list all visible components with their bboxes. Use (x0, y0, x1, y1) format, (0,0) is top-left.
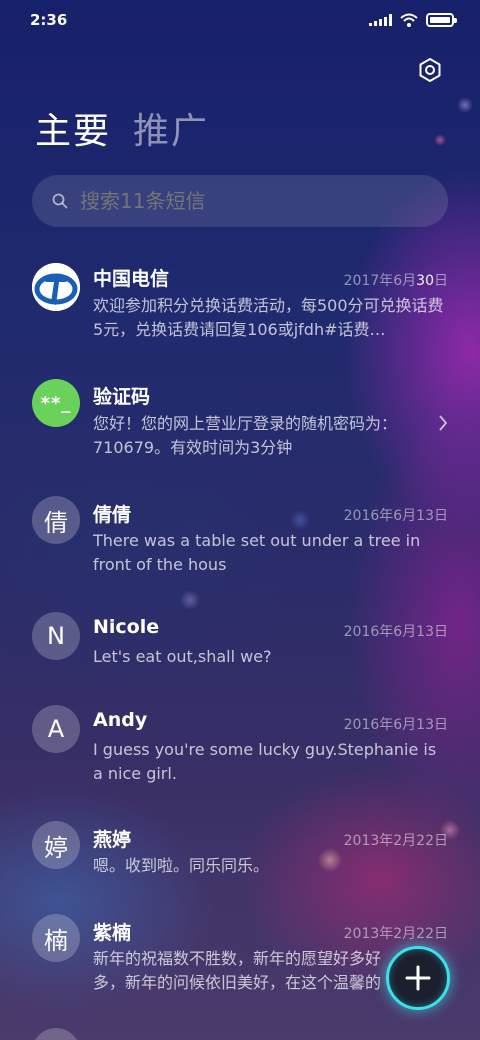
status-time: 2:36 (30, 11, 68, 29)
message-preview: There was a table set out under a tree i… (93, 531, 421, 574)
message-date: 2013年2月22日 (343, 926, 448, 942)
avatar (32, 1028, 80, 1040)
message-date: 2016年6月13日 (343, 624, 448, 640)
contact-name: 中国电信 (93, 268, 170, 290)
conversation-row[interactable]: **_ 验证码 您好！您的网上营业厅登录的随机密码为：710679。有效时间为3… (0, 378, 480, 478)
avatar (32, 263, 80, 311)
search-icon (52, 193, 68, 209)
conversation-row[interactable]: 婷 燕婷 2013年2月22日 嗯。收到啦。同乐同乐。 (0, 821, 480, 901)
message-preview: Let's eat out,shall we? (93, 647, 272, 666)
plus-icon (405, 965, 431, 991)
contact-name: 燕婷 (93, 829, 132, 851)
conversation-row[interactable]: N Nicole 2016年6月13日 Let's eat out,shall … (0, 612, 480, 692)
message-preview: 新年的祝福数不胜数，新年的愿望好多好多，新年的问候依旧美好，在这个温馨的时刻 (93, 949, 382, 992)
tab-promotions[interactable]: 推广 (133, 110, 209, 154)
avatar: 婷 (32, 821, 80, 869)
conversation-row[interactable]: A Andy 2016年6月13日 I guess you're some lu… (0, 705, 480, 805)
status-bar: 2:36 (0, 0, 480, 40)
conversation-row[interactable]: 倩 倩倩 2016年6月13日 There was a table set ou… (0, 496, 480, 596)
settings-hexagon-icon (419, 58, 441, 82)
avatar: 倩 (32, 496, 80, 544)
contact-name: 验证码 (93, 386, 151, 408)
message-preview: I guess you're some lucky guy.Stephanie … (93, 740, 437, 783)
message-preview: 嗯。收到啦。同乐同乐。 (93, 856, 270, 875)
tab-bar: 主要 推广 (35, 110, 209, 154)
avatar: N (32, 612, 80, 660)
chevron-right-icon[interactable] (438, 414, 448, 432)
new-message-button[interactable] (386, 946, 450, 1010)
date-highlight: 30 (416, 273, 434, 289)
settings-button[interactable] (416, 56, 444, 84)
avatar: 楠 (32, 914, 80, 962)
battery-icon (426, 13, 457, 27)
contact-name: 紫楠 (93, 922, 132, 944)
wifi-icon (400, 13, 418, 27)
message-preview: 欢迎参加积分兑换话费活动，每500分可兑换话费5元，兑换话费请回复106或jfd… (93, 296, 444, 339)
contact-name: Andy (93, 709, 148, 731)
search-input[interactable] (80, 189, 400, 213)
message-date: 2016年6月13日 (343, 717, 448, 733)
message-date: 2013年2月22日 (343, 833, 448, 849)
date-prefix: 2017年6月 (343, 273, 417, 289)
message-date: 2017年6月30日 (344, 270, 448, 290)
contact-name: Nicole (93, 616, 160, 638)
avatar: **_ (32, 379, 80, 427)
tab-primary[interactable]: 主要 (35, 110, 111, 154)
messages-screen: 2:36 主要 推广 搜索11条短信 中国电信 2017年6月30日 欢迎参加积… (0, 0, 480, 1040)
message-date: 2016年6月13日 (343, 508, 448, 524)
china-telecom-logo-icon (32, 263, 80, 311)
date-suffix: 日 (434, 273, 448, 289)
conversation-row[interactable]: 中国电信 2017年6月30日 欢迎参加积分兑换话费活动，每500分可兑换话费5… (0, 260, 480, 360)
message-preview: 您好！您的网上营业厅登录的随机密码为：710679。有效时间为3分钟 (93, 414, 398, 457)
conversation-row-partial[interactable] (0, 1028, 480, 1040)
status-icons (369, 13, 457, 27)
signal-icon (369, 14, 392, 26)
avatar: A (32, 705, 80, 753)
contact-name: 倩倩 (93, 504, 132, 526)
search-bar[interactable] (32, 175, 448, 227)
